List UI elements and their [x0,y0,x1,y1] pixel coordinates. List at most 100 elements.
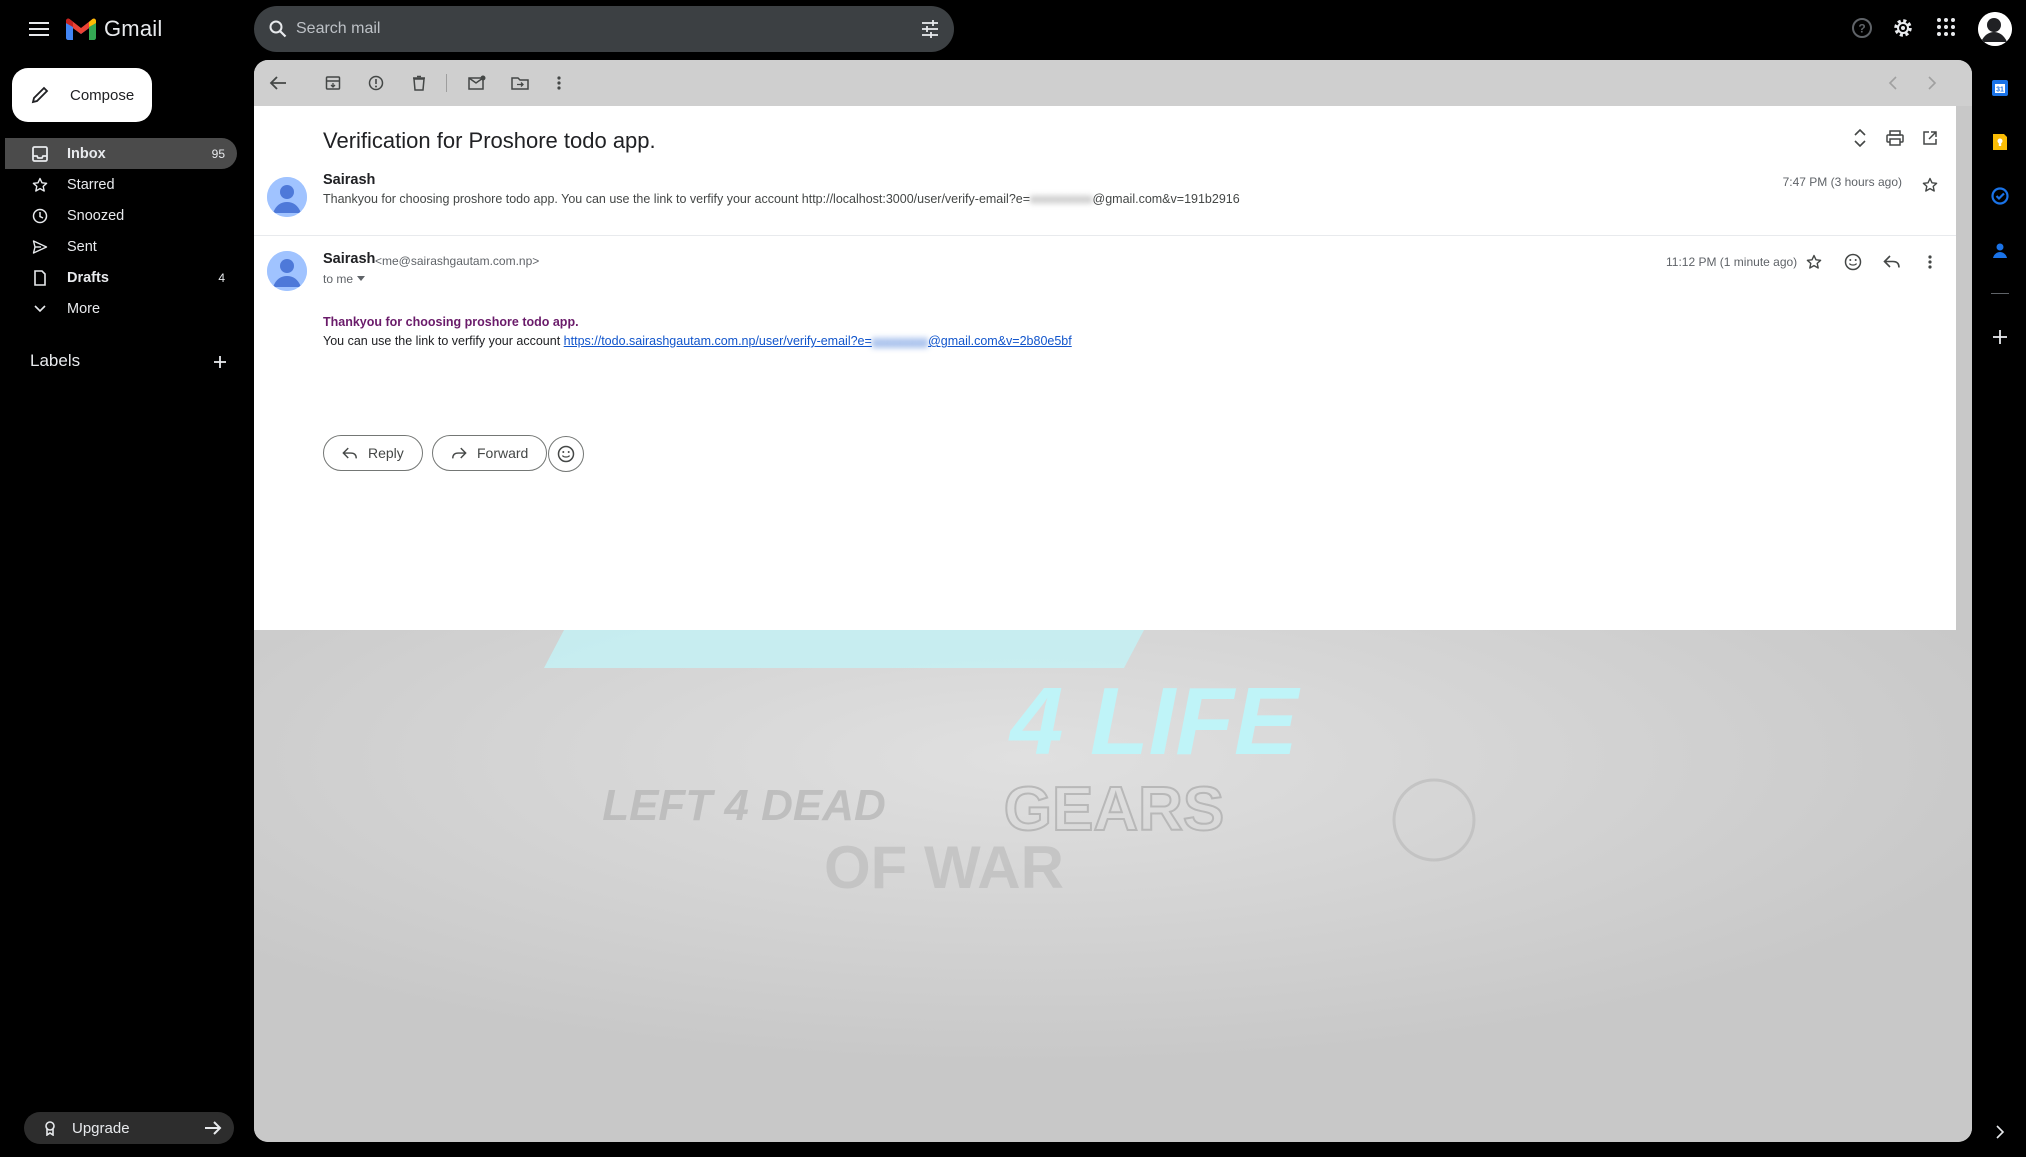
email-thread: Verification for Proshore todo app. Sair… [254,106,1956,630]
upgrade-button[interactable]: Upgrade [24,1112,234,1144]
svg-text:31: 31 [1996,87,2004,94]
calendar-icon[interactable]: 31 [1990,78,2010,98]
sidebar-item-label: Sent [67,238,97,255]
open-new-window-icon[interactable] [1920,128,1940,148]
add-app-plus-icon[interactable] [1990,327,2010,347]
toolbar-divider [446,74,447,92]
recipient-details[interactable]: to me [323,272,366,286]
draft-icon [30,269,50,286]
wallpaper-main-text: 4 LIFE [1008,668,1301,775]
more-options-vertical-icon[interactable] [549,73,569,93]
search-icon[interactable] [268,19,288,39]
redacted-email: xxxxxxxxx [871,334,929,348]
message-sender: Sairash [323,172,376,188]
theme-wallpaper: 4 LIFE LEFT 4 DEAD GEARS OF WAR [254,630,1972,1142]
show-side-panel-chevron-icon[interactable] [1990,1122,2010,1142]
apps-grid-icon[interactable] [1936,17,1956,37]
sidebar-item-label: More [67,300,101,317]
body-text: You can use the link to verfify your acc… [323,334,1072,348]
move-to-folder-icon[interactable] [510,73,530,93]
compose-label: Compose [70,86,135,104]
tasks-icon[interactable] [1990,186,2010,206]
redacted-email: xxxxxxxxxx [1030,192,1093,206]
help-icon[interactable]: ? [1851,17,1873,39]
reply-button[interactable]: Reply [323,435,423,471]
pencil-icon [30,85,50,105]
sidebar-item-sent[interactable]: Sent [5,231,237,262]
reply-icon[interactable] [1882,252,1902,272]
message-snippet[interactable]: Thankyou for choosing proshore todo app.… [323,192,1240,206]
sidebar-nav: Inbox 95 Starred Snoozed Sent Drafts 4 M… [5,138,237,324]
forward-icon [451,447,467,460]
draft-count: 4 [218,270,225,285]
mark-unread-icon[interactable] [467,73,487,93]
back-arrow-icon[interactable] [268,73,288,93]
email-subject: Verification for Proshore todo app. [323,128,656,153]
more-options-vertical-icon[interactable] [1920,252,1940,272]
newer-chevron-right-icon[interactable] [1922,73,1942,93]
emoji-react-button[interactable] [548,436,584,472]
older-chevron-left-icon[interactable] [1883,73,1903,93]
keep-notes-icon[interactable] [1990,132,2010,152]
forward-label: Forward [477,445,529,461]
inbox-icon [30,145,50,162]
app-name: Gmail [104,16,163,41]
search-input[interactable] [296,14,856,44]
report-spam-icon[interactable] [366,73,386,93]
search-options-icon[interactable] [920,19,940,39]
wallpaper-bottom-text: OF WAR [824,834,1064,901]
star-icon [30,177,50,193]
message-time: 7:47 PM (3 hours ago) [1782,175,1902,189]
side-panel-divider [1991,293,2009,294]
sidebar-item-inbox[interactable]: Inbox 95 [5,138,237,169]
sidebar-item-snoozed[interactable]: Snoozed [5,200,237,231]
emoji-react-icon[interactable] [1843,252,1863,272]
caret-down-icon [357,276,366,282]
search-bar[interactable] [254,6,954,52]
compose-button[interactable]: Compose [12,68,152,122]
hamburger-menu-icon [29,21,49,37]
reply-label: Reply [368,445,404,461]
sidebar-item-label: Snoozed [67,207,125,224]
clock-icon [30,208,50,224]
star-icon[interactable] [1920,175,1940,195]
account-avatar[interactable] [1978,12,2012,46]
wallpaper-left-text: LEFT 4 DEAD [602,781,886,830]
chevron-down-icon [30,304,50,313]
expand-all-icon[interactable] [1850,128,1870,148]
gmail-m-icon [66,18,96,40]
sender-avatar [267,177,307,217]
sidebar-item-more[interactable]: More [5,293,237,324]
recipient-label: to me [323,272,354,286]
settings-gear-icon[interactable] [1892,17,1914,39]
message-toolbar [254,60,1972,106]
arrow-right-icon [204,1120,222,1136]
reply-icon [342,447,358,460]
message-time: 11:12 PM (1 minute ago) [1666,255,1798,269]
forward-button[interactable]: Forward [432,435,548,471]
message-divider [254,235,1956,236]
send-icon [30,239,50,255]
print-icon[interactable] [1885,128,1905,148]
body-heading: Thankyou for choosing proshore todo app. [323,315,579,329]
emoji-icon [557,445,575,463]
top-bar: Gmail ? [0,0,2026,58]
labels-heading: Labels [30,351,81,370]
upgrade-label: Upgrade [72,1119,130,1137]
add-label-icon[interactable] [210,352,230,372]
contacts-icon[interactable] [1990,240,2010,260]
sidebar-item-label: Inbox [67,145,106,162]
sidebar-item-drafts[interactable]: Drafts 4 [5,262,237,293]
sidebar-item-label: Drafts [67,269,109,286]
verify-link[interactable]: https://todo.sairashgautam.com.np/user/v… [564,334,1072,348]
delete-trash-icon[interactable] [409,73,429,93]
sidebar-item-starred[interactable]: Starred [5,169,237,200]
main-menu-button[interactable] [24,15,54,43]
sidebar-item-label: Starred [67,176,115,193]
archive-icon[interactable] [323,73,343,93]
upgrade-badge-icon [42,1120,58,1136]
star-icon[interactable] [1804,252,1824,272]
gmail-logo[interactable]: Gmail [66,16,162,42]
sender-email: <me@sairashgautam.com.np> [375,254,540,268]
sender-avatar [267,251,307,291]
